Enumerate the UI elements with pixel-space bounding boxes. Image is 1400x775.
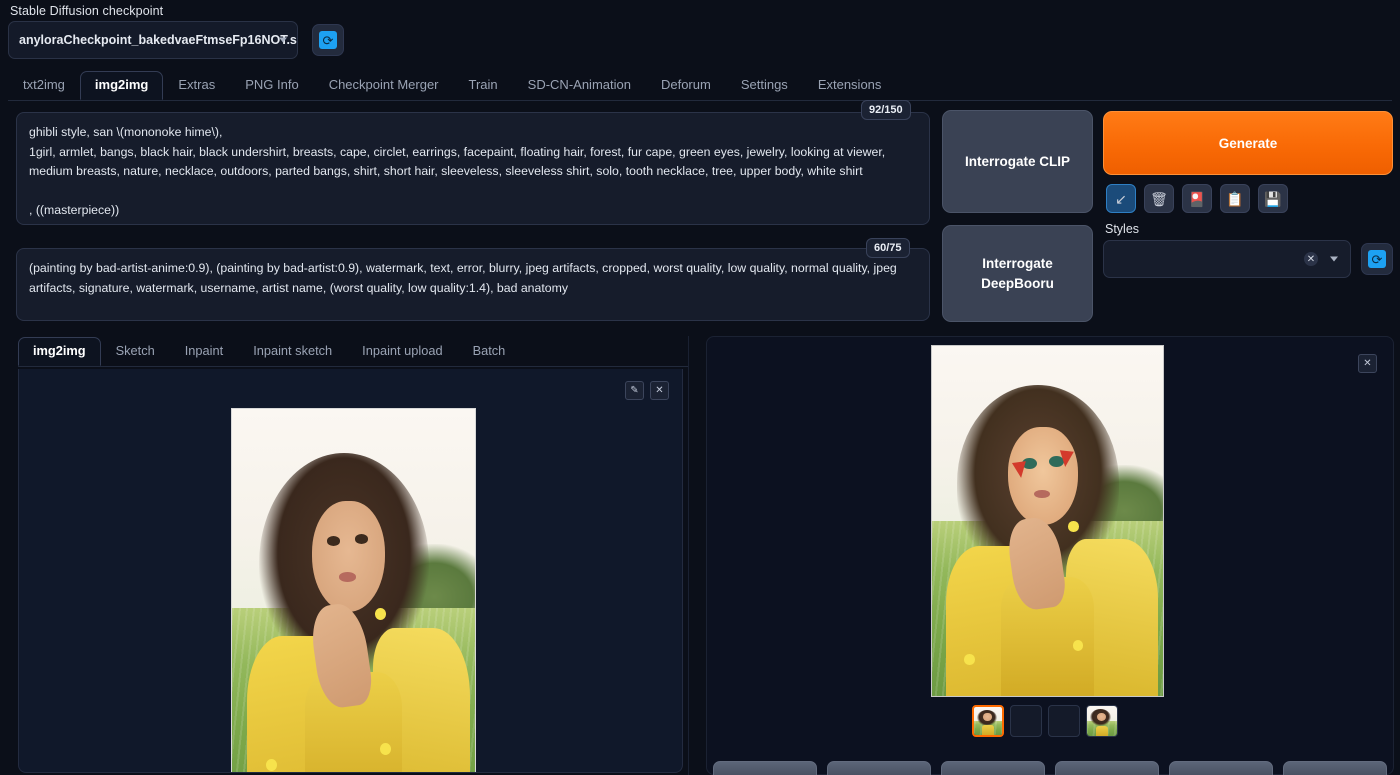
result-action-button-4[interactable] (1055, 761, 1159, 775)
tab-txt2img[interactable]: txt2img (8, 71, 80, 100)
tab-img2img[interactable]: img2img (79, 71, 164, 100)
result-gallery (972, 705, 1118, 737)
save-style-icon[interactable]: 💾 (1258, 184, 1288, 213)
close-result-icon[interactable]: ✕ (1358, 354, 1377, 373)
checkpoint-value: anyloraCheckpoint_bakedvaeFtmseFp16NOT.s… (19, 33, 298, 47)
styles-label: Styles (1105, 222, 1140, 236)
tab-train[interactable]: Train (454, 71, 513, 100)
generate-button[interactable]: Generate (1103, 111, 1393, 175)
negative-token-counter: 60/75 (866, 238, 910, 258)
close-image-icon[interactable]: ✕ (650, 381, 669, 400)
source-image-canvas[interactable]: ✎ ✕ (18, 369, 683, 773)
refresh-icon: ⟳ (1368, 250, 1386, 268)
prompt-tool-row: ↙ 🗑 🎴 📋 💾 (1106, 184, 1288, 213)
source-image-tools: ✎ ✕ (625, 381, 669, 400)
subtab-inpaint[interactable]: Inpaint (170, 337, 238, 366)
subtab-batch[interactable]: Batch (458, 337, 521, 366)
edit-image-icon[interactable]: ✎ (625, 381, 644, 400)
subtab-img2img[interactable]: img2img (18, 337, 101, 366)
main-tabbar: txt2img img2img Extras PNG Info Checkpoint M… (8, 71, 1392, 101)
styles-apply-icon[interactable]: 🎴 (1182, 184, 1212, 213)
tab-settings[interactable]: Settings (726, 71, 803, 100)
thumbnail-1[interactable] (972, 705, 1004, 737)
result-action-buttons (713, 761, 1387, 775)
subtab-sketch[interactable]: Sketch (101, 337, 170, 366)
refresh-styles-button[interactable]: ⟳ (1361, 243, 1393, 275)
interrogate-clip-button[interactable]: Interrogate CLIP (942, 110, 1093, 213)
generated-image[interactable] (931, 345, 1164, 697)
subtab-inpaint-upload[interactable]: Inpaint upload (347, 337, 457, 366)
interrogate-deepbooru-button[interactable]: Interrogate DeepBooru (942, 225, 1093, 322)
chevron-down-icon (1330, 256, 1338, 262)
tab-deforum[interactable]: Deforum (646, 71, 726, 100)
tab-extras[interactable]: Extras (163, 71, 230, 100)
tab-checkpoint-merger[interactable]: Checkpoint Merger (314, 71, 454, 100)
result-panel: ✕ (706, 336, 1394, 775)
img2img-source-panel: img2img Sketch Inpaint Inpaint sketch Inpain… (12, 336, 689, 775)
refresh-checkpoint-button[interactable]: ⟳ (312, 24, 344, 56)
result-action-button-6[interactable] (1283, 761, 1387, 775)
tab-png-info[interactable]: PNG Info (230, 71, 313, 100)
refresh-icon: ⟳ (319, 31, 337, 49)
tab-extensions[interactable]: Extensions (803, 71, 897, 100)
checkpoint-select[interactable]: anyloraCheckpoint_bakedvaeFtmseFp16NOT.s… (8, 21, 298, 59)
clear-styles-icon[interactable]: ✕ (1304, 252, 1318, 266)
thumbnail-4[interactable] (1086, 705, 1118, 737)
tab-sd-cn-animation[interactable]: SD-CN-Animation (513, 71, 646, 100)
chevron-down-icon (279, 37, 287, 43)
clipboard-icon[interactable]: 📋 (1220, 184, 1250, 213)
styles-select[interactable]: ✕ (1103, 240, 1351, 278)
result-action-button-1[interactable] (713, 761, 817, 775)
positive-prompt-input[interactable]: ghibli style, san \(mononoke hime\), 1gi… (16, 112, 930, 225)
negative-prompt-input[interactable]: (painting by bad-artist-anime:0.9), (pai… (16, 248, 930, 321)
trash-icon[interactable]: 🗑 (1144, 184, 1174, 213)
thumbnail-2[interactable] (1010, 705, 1042, 737)
img2img-subtabbar: img2img Sketch Inpaint Inpaint sketch Inpain… (18, 337, 688, 367)
result-action-button-2[interactable] (827, 761, 931, 775)
result-action-button-5[interactable] (1169, 761, 1273, 775)
positive-token-counter: 92/150 (861, 100, 911, 120)
thumbnail-3[interactable] (1048, 705, 1080, 737)
checkpoint-row: anyloraCheckpoint_bakedvaeFtmseFp16NOT.s… (8, 21, 344, 59)
paste-arrow-icon[interactable]: ↙ (1106, 184, 1136, 213)
styles-row: ✕ ⟳ (1103, 240, 1393, 278)
checkpoint-label: Stable Diffusion checkpoint (10, 4, 164, 18)
source-photo[interactable] (231, 408, 476, 772)
result-action-button-3[interactable] (941, 761, 1045, 775)
subtab-inpaint-sketch[interactable]: Inpaint sketch (238, 337, 347, 366)
